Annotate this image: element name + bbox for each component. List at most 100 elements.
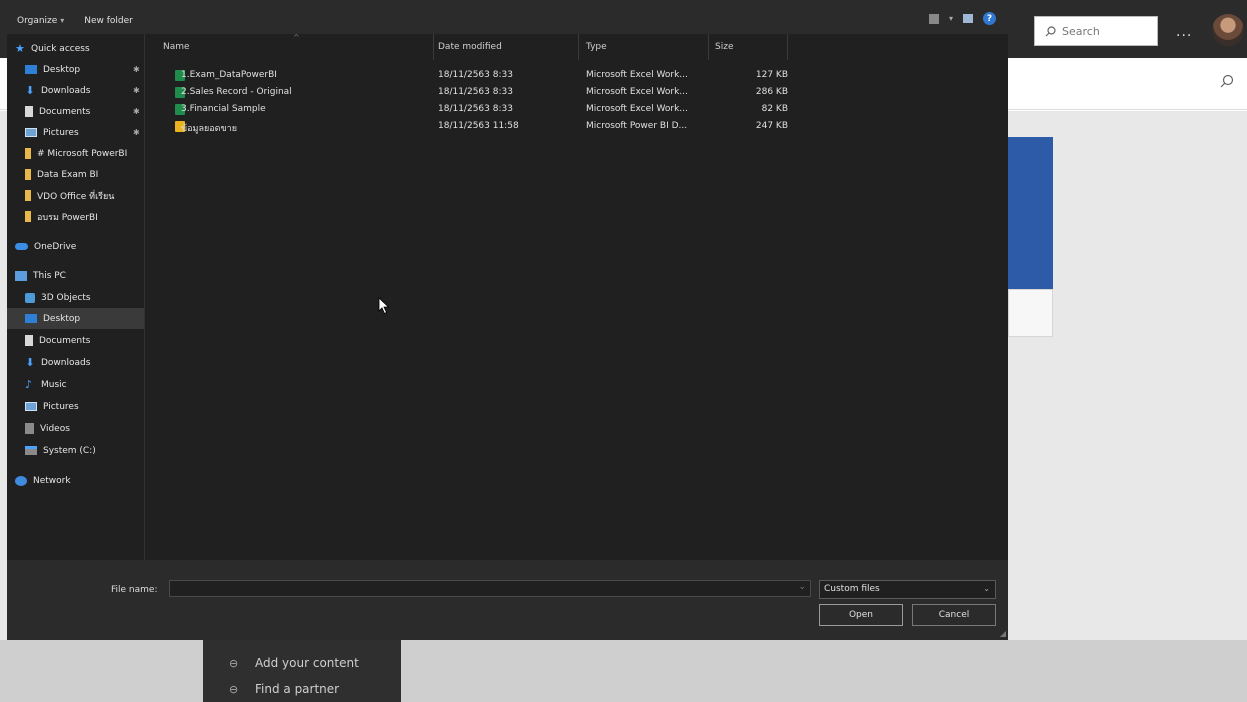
file-type: Microsoft Excel Work... xyxy=(586,104,688,114)
file-list[interactable]: Name ^ Date modified Type Size 1.Exam_Da… xyxy=(153,33,1008,560)
content-card-header[interactable] xyxy=(1008,137,1053,289)
pin-icon: ✱ xyxy=(133,107,140,116)
bottom-band xyxy=(0,640,1247,702)
cancel-button[interactable]: Cancel xyxy=(912,604,996,626)
nav-item-pictures[interactable]: Pictures ✱ xyxy=(7,122,144,143)
nav-label: 3D Objects xyxy=(41,292,91,303)
nav-item-vdo-office[interactable]: VDO Office ที่เรียน xyxy=(7,185,144,206)
column-header-size[interactable]: Size xyxy=(715,42,733,60)
mouse-cursor-icon xyxy=(378,297,390,315)
column-divider[interactable] xyxy=(433,34,434,60)
file-name: ข้อมูลยอดขาย xyxy=(181,124,238,134)
nav-item-videos[interactable]: Videos xyxy=(7,418,144,439)
nav-item-data-exam-bi[interactable]: Data Exam BI xyxy=(7,164,144,185)
column-header-date[interactable]: Date modified xyxy=(438,42,502,60)
nav-label: Documents xyxy=(39,106,91,117)
change-view-icon[interactable] xyxy=(928,13,939,24)
network-icon xyxy=(15,475,27,486)
file-row[interactable]: 1.Exam_DataPowerBI 18/11/2563 8:33 Micro… xyxy=(165,68,793,84)
file-type: Microsoft Power BI D... xyxy=(586,121,688,131)
column-divider[interactable] xyxy=(787,34,788,60)
resize-grip-icon[interactable]: ◢ xyxy=(1000,629,1006,638)
nav-item-microsoft-powerbi[interactable]: # Microsoft PowerBI xyxy=(7,143,144,164)
nav-label: Pictures xyxy=(43,401,79,412)
more-options-button[interactable]: ... xyxy=(1176,24,1192,40)
nav-this-pc[interactable]: This PC xyxy=(7,265,144,286)
pin-icon: ✱ xyxy=(133,65,140,74)
preview-pane-icon[interactable] xyxy=(963,14,973,23)
chevron-down-icon[interactable]: ⌄ xyxy=(798,582,806,592)
nav-quick-access[interactable]: ★ Quick access xyxy=(7,38,144,59)
nav-item-pictures-pc[interactable]: Pictures xyxy=(7,396,144,417)
nav-label: อบรม PowerBI xyxy=(37,212,98,223)
nav-item-documents-pc[interactable]: Documents xyxy=(7,330,144,351)
file-type-value: Custom files xyxy=(824,584,880,594)
column-divider[interactable] xyxy=(708,34,709,60)
menu-item-label: Add your content xyxy=(255,656,359,670)
menu-item-add-content[interactable]: ⊖ Add your content xyxy=(203,650,401,676)
nav-label: Quick access xyxy=(31,43,90,54)
chevron-down-icon[interactable]: ▾ xyxy=(949,14,953,23)
nav-label: Music xyxy=(41,379,67,390)
new-folder-button[interactable]: New folder xyxy=(74,16,143,26)
nav-item-desktop[interactable]: Desktop ✱ xyxy=(7,59,144,80)
header-search-icon[interactable] xyxy=(1220,74,1234,88)
file-row[interactable]: 2.Sales Record - Original 18/11/2563 8:3… xyxy=(165,85,793,101)
help-icon[interactable]: ? xyxy=(983,12,996,25)
open-button[interactable]: Open xyxy=(819,604,903,626)
open-file-dialog: Organize ▾ New folder ▾ ? ★ Quick access… xyxy=(7,8,1008,640)
nav-item-3d-objects[interactable]: 3D Objects xyxy=(7,287,144,308)
nav-label: Data Exam BI xyxy=(37,169,99,180)
file-name: 1.Exam_DataPowerBI xyxy=(181,70,277,80)
column-header-type[interactable]: Type xyxy=(586,42,607,60)
link-icon: ⊖ xyxy=(229,682,239,696)
content-card-body xyxy=(1008,289,1053,337)
nav-item-documents[interactable]: Documents ✱ xyxy=(7,101,144,122)
organize-button[interactable]: Organize ▾ xyxy=(7,16,74,26)
nav-onedrive[interactable]: OneDrive xyxy=(7,236,144,257)
column-header-name[interactable]: Name xyxy=(163,42,190,60)
nav-label: Videos xyxy=(40,423,70,434)
pictures-icon xyxy=(25,402,37,411)
file-date: 18/11/2563 8:33 xyxy=(438,104,513,114)
videos-icon xyxy=(25,423,34,434)
nav-item-powerbi-training[interactable]: อบรม PowerBI xyxy=(7,206,144,227)
chevron-down-icon: ⌄ xyxy=(983,584,990,593)
search-box[interactable]: Search xyxy=(1034,16,1158,46)
desktop-icon xyxy=(25,65,37,74)
nav-label: # Microsoft PowerBI xyxy=(37,148,128,159)
file-date: 18/11/2563 8:33 xyxy=(438,87,513,97)
nav-label: VDO Office ที่เรียน xyxy=(37,191,115,202)
file-date: 18/11/2563 11:58 xyxy=(438,121,519,131)
nav-label: Documents xyxy=(39,335,91,346)
document-icon xyxy=(25,335,33,346)
nav-label: System (C:) xyxy=(43,445,96,456)
file-size: 286 KB xyxy=(755,87,788,97)
nav-item-downloads[interactable]: ⬇ Downloads ✱ xyxy=(7,80,144,101)
pin-icon: ✱ xyxy=(133,128,140,137)
column-divider[interactable] xyxy=(578,34,579,60)
file-type: Microsoft Excel Work... xyxy=(586,70,688,80)
navigation-pane[interactable]: ★ Quick access Desktop ✱ ⬇ Downloads ✱ D… xyxy=(7,34,145,560)
file-type-select[interactable]: Custom files ⌄ xyxy=(819,580,996,599)
file-row[interactable]: 3.Financial Sample 18/11/2563 8:33 Micro… xyxy=(165,102,793,118)
nav-item-desktop-pc[interactable]: Desktop xyxy=(7,308,144,329)
nav-item-system-drive[interactable]: System (C:) xyxy=(7,440,144,461)
menu-item-find-partner[interactable]: ⊖ Find a partner xyxy=(203,676,401,702)
chevron-down-icon: ▾ xyxy=(60,16,65,25)
file-row[interactable]: ข้อมูลยอดขาย 18/11/2563 11:58 Microsoft … xyxy=(165,119,793,135)
nav-item-downloads-pc[interactable]: ⬇ Downloads xyxy=(7,352,144,373)
nav-label: This PC xyxy=(33,270,66,281)
file-name-input[interactable]: ⌄ xyxy=(169,580,811,597)
avatar[interactable] xyxy=(1212,14,1244,46)
star-icon: ★ xyxy=(15,42,25,55)
folder-icon xyxy=(25,211,31,222)
get-data-menu: ⊖ Add your content ⊖ Find a partner xyxy=(203,640,401,702)
nav-network[interactable]: Network xyxy=(7,470,144,491)
download-icon: ⬇ xyxy=(25,84,35,97)
link-icon: ⊖ xyxy=(229,656,239,670)
view-controls: ▾ ? xyxy=(928,12,996,25)
download-icon: ⬇ xyxy=(25,356,35,369)
nav-item-music[interactable]: ♪ Music xyxy=(7,374,144,395)
file-name-label: File name: xyxy=(111,585,158,595)
